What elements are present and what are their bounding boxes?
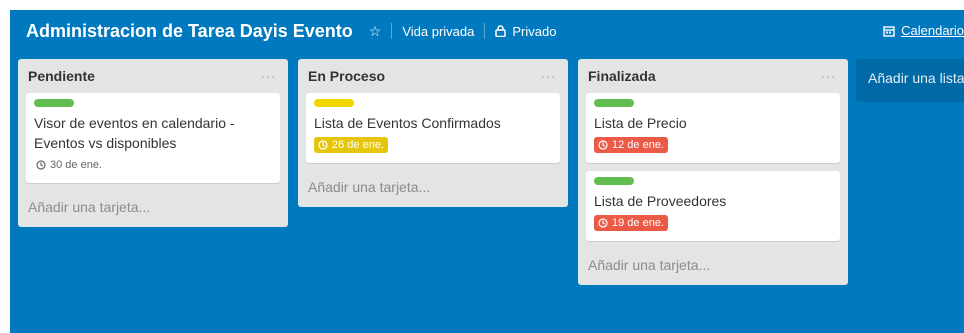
list-menu-icon[interactable]: ··· bbox=[541, 69, 556, 83]
star-icon[interactable]: ☆ bbox=[369, 23, 382, 40]
due-date-badge: 12 de ene. bbox=[594, 137, 668, 153]
list-finalizada: Finalizada ··· Lista de Precio 12 de ene… bbox=[578, 59, 848, 285]
due-date-text: 26 de ene. bbox=[332, 139, 384, 151]
add-card-button[interactable]: Añadir una tarjeta... bbox=[298, 171, 568, 207]
card-label bbox=[594, 99, 634, 107]
add-list-button[interactable]: Añadir una lista... bbox=[856, 59, 964, 102]
board-header: Administracion de Tarea Dayis Evento ☆ V… bbox=[10, 10, 964, 52]
card-title: Lista de Proveedores bbox=[594, 193, 727, 209]
clock-icon bbox=[598, 140, 608, 150]
due-date-badge: 30 de ene. bbox=[34, 157, 106, 173]
lock-icon bbox=[495, 25, 507, 37]
list-en-proceso: En Proceso ··· Lista de Eventos Confirma… bbox=[298, 59, 568, 207]
privacy-label: Privado bbox=[512, 23, 557, 39]
due-date-text: 30 de ene. bbox=[50, 159, 102, 171]
card[interactable]: Visor de eventos en calendario - Eventos… bbox=[26, 93, 280, 183]
list-menu-icon[interactable]: ··· bbox=[821, 69, 836, 83]
add-card-button[interactable]: Añadir una tarjeta... bbox=[578, 249, 848, 285]
calendar-button[interactable]: Calendario bbox=[883, 23, 964, 38]
board: Administracion de Tarea Dayis Evento ☆ V… bbox=[10, 10, 964, 333]
list-title[interactable]: Pendiente bbox=[28, 68, 95, 84]
card-title: Lista de Eventos Confirmados bbox=[314, 115, 501, 131]
add-card-button[interactable]: Añadir una tarjeta... bbox=[18, 191, 288, 227]
list-title[interactable]: Finalizada bbox=[588, 68, 656, 84]
due-date-text: 12 de ene. bbox=[612, 139, 664, 151]
list-pendiente: Pendiente ··· Visor de eventos en calend… bbox=[18, 59, 288, 227]
list-header: Pendiente ··· bbox=[18, 59, 288, 93]
header-divider bbox=[484, 23, 486, 39]
card-label bbox=[314, 99, 354, 107]
clock-icon bbox=[318, 140, 328, 150]
card-title: Lista de Precio bbox=[594, 115, 687, 131]
due-date-badge: 19 de ene. bbox=[594, 215, 668, 231]
due-date-badge: 26 de ene. bbox=[314, 137, 388, 153]
card-label bbox=[34, 99, 74, 107]
card[interactable]: Lista de Eventos Confirmados 26 de ene. bbox=[306, 93, 560, 163]
calendar-icon bbox=[883, 25, 895, 37]
board-title[interactable]: Administracion de Tarea Dayis Evento bbox=[26, 21, 353, 42]
card[interactable]: Lista de Proveedores 19 de ene. bbox=[586, 171, 840, 241]
calendar-label: Calendario bbox=[901, 23, 964, 38]
due-date-text: 19 de ene. bbox=[612, 217, 664, 229]
header-divider bbox=[391, 23, 393, 39]
list-header: Finalizada ··· bbox=[578, 59, 848, 93]
card-label bbox=[594, 177, 634, 185]
list-title[interactable]: En Proceso bbox=[308, 68, 385, 84]
visibility-button[interactable]: Vida privada bbox=[402, 24, 474, 39]
privacy-button[interactable]: Privado bbox=[495, 24, 556, 39]
list-menu-icon[interactable]: ··· bbox=[261, 69, 276, 83]
list-header: En Proceso ··· bbox=[298, 59, 568, 93]
card-title: Visor de eventos en calendario - Eventos… bbox=[34, 115, 235, 151]
clock-icon bbox=[598, 218, 608, 228]
card[interactable]: Lista de Precio 12 de ene. bbox=[586, 93, 840, 163]
visibility-label: Vida privada bbox=[402, 23, 475, 39]
clock-icon bbox=[36, 160, 46, 170]
